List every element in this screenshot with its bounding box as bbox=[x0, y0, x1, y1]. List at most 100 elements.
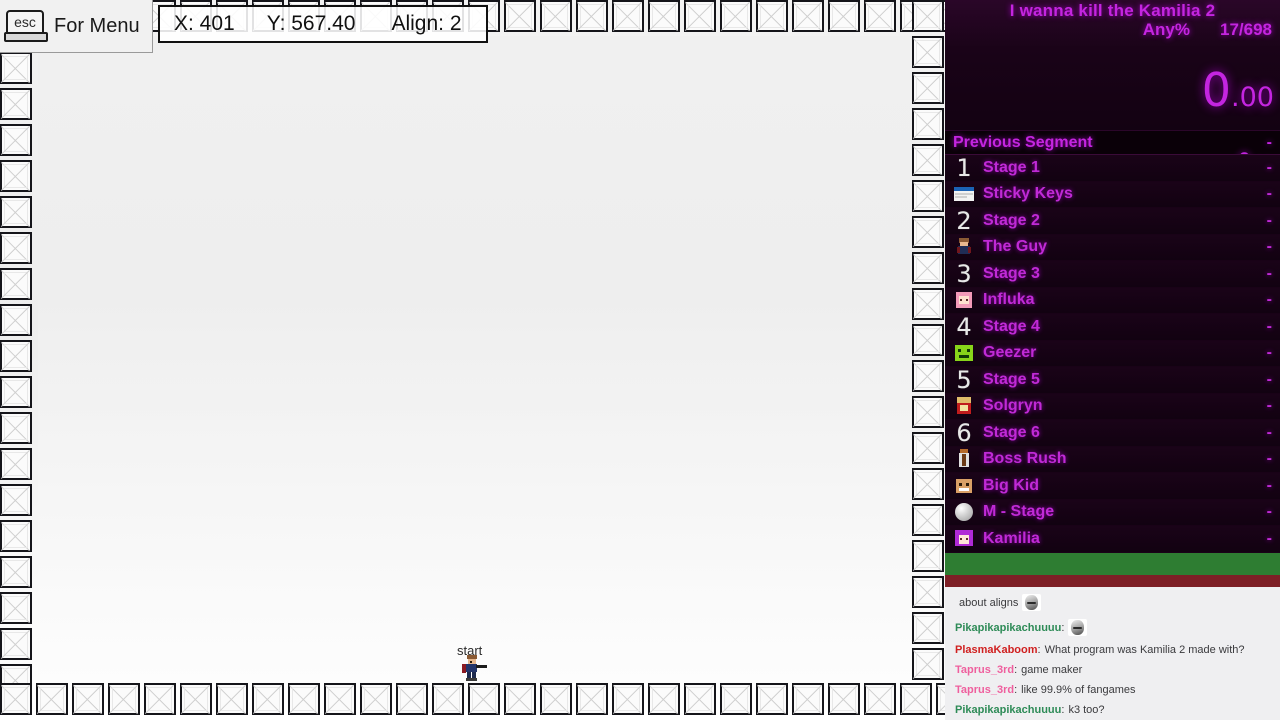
border-tile-inner bbox=[916, 436, 940, 460]
border-tile-inner bbox=[4, 92, 28, 116]
split-row[interactable]: 4 Stage 4 - bbox=[945, 314, 1280, 341]
border-tile bbox=[912, 0, 944, 32]
split-row[interactable]: Kamilia - bbox=[945, 526, 1280, 553]
split-name: Stage 5 bbox=[983, 370, 1040, 388]
border-tile-inner bbox=[916, 616, 940, 640]
border-tile bbox=[0, 232, 32, 264]
split-row[interactable]: 2 Stage 2 - bbox=[945, 208, 1280, 235]
split-number: 1 bbox=[956, 157, 972, 178]
split-row[interactable]: 1 Stage 1 - bbox=[945, 155, 1280, 182]
chat-username[interactable]: Pikapikapikachuuuu bbox=[955, 704, 1061, 716]
split-icon-slot bbox=[951, 288, 977, 312]
border-tile bbox=[108, 683, 140, 715]
split-icon-slot: 5 bbox=[951, 368, 977, 392]
border-tile-inner bbox=[688, 4, 712, 28]
border-tile bbox=[360, 683, 392, 715]
border-tile bbox=[252, 683, 284, 715]
number-6-icon: 6 bbox=[953, 423, 975, 443]
border-tile-inner bbox=[148, 687, 172, 711]
split-row[interactable]: M - Stage - bbox=[945, 499, 1280, 526]
split-row[interactable]: Boss Rush - bbox=[945, 446, 1280, 473]
border-tile-inner bbox=[4, 164, 28, 188]
border-tile-inner bbox=[364, 687, 388, 711]
chat-panel[interactable]: about aligns Pikapikapikachuuuu: PlasmaKab… bbox=[945, 587, 1280, 720]
player-character-sprite bbox=[458, 655, 488, 681]
border-tile-inner bbox=[508, 4, 532, 28]
split-row[interactable]: Influka - bbox=[945, 287, 1280, 314]
coord-x-value: X: 401 bbox=[174, 12, 235, 35]
eye bbox=[470, 661, 472, 663]
border-tile-inner bbox=[796, 4, 820, 28]
border-tile bbox=[0, 376, 32, 408]
pixel bbox=[966, 537, 968, 540]
split-row[interactable]: Geezer - bbox=[945, 340, 1280, 367]
split-row[interactable]: Solgryn - bbox=[945, 393, 1280, 420]
border-tile bbox=[0, 412, 32, 444]
chat-username[interactable]: Taprus_3rd bbox=[955, 684, 1014, 696]
split-delta: - bbox=[1266, 423, 1272, 441]
border-tile-inner bbox=[616, 687, 640, 711]
border-tile-inner bbox=[868, 687, 892, 711]
splits-list[interactable]: 1 Stage 1- Sticky Keys -2 Stage 2- The Guy -3 S… bbox=[945, 155, 1280, 553]
border-tile bbox=[0, 484, 32, 516]
border-tile bbox=[828, 0, 860, 32]
border-tile-inner bbox=[916, 544, 940, 568]
border-tile-inner bbox=[916, 112, 940, 136]
border-tile-inner bbox=[4, 416, 28, 440]
game-viewport[interactable]: start esc For Menu X: 401 Y: 567.40 Alig… bbox=[0, 0, 945, 720]
split-row[interactable]: 6 Stage 6 - bbox=[945, 420, 1280, 447]
chat-text: game maker bbox=[1021, 664, 1083, 676]
border-tile bbox=[324, 683, 356, 715]
border-tile bbox=[648, 0, 680, 32]
border-tile bbox=[792, 0, 824, 32]
chat-username[interactable]: PlasmaKaboom bbox=[955, 644, 1038, 656]
split-delta: - bbox=[1266, 344, 1272, 362]
chat-colon: : bbox=[1014, 664, 1018, 676]
split-row[interactable]: Sticky Keys - bbox=[945, 181, 1280, 208]
border-tile-inner bbox=[832, 4, 856, 28]
main-timer-fraction: .00 bbox=[1231, 82, 1274, 113]
split-delta: - bbox=[1266, 476, 1272, 494]
border-tile-inner bbox=[256, 687, 280, 711]
pixel bbox=[966, 299, 968, 302]
split-delta: - bbox=[1266, 185, 1272, 203]
chat-username[interactable]: Taprus_3rd bbox=[955, 664, 1014, 676]
border-tile-inner bbox=[4, 452, 28, 476]
border-tile-inner bbox=[4, 632, 28, 656]
main-timer[interactable]: 0.00 bbox=[1202, 67, 1274, 113]
split-delta: - bbox=[1266, 397, 1272, 415]
split-name: Solgryn bbox=[983, 397, 1043, 415]
green-status-bar bbox=[945, 552, 1280, 575]
split-icon-slot bbox=[951, 500, 977, 524]
kamilia-boss-icon bbox=[953, 529, 975, 549]
border-tile bbox=[0, 196, 32, 228]
border-tile-inner bbox=[868, 4, 892, 28]
sticky-keys-dialog-icon bbox=[953, 184, 975, 204]
for-menu-label: For Menu bbox=[54, 14, 140, 37]
previous-segment-row: Previous Segment - bbox=[945, 131, 1280, 155]
pixel bbox=[968, 247, 971, 254]
split-icon-slot bbox=[951, 341, 977, 365]
split-icon-slot: 2 bbox=[951, 209, 977, 233]
border-tile bbox=[576, 683, 608, 715]
m-stage-orb-icon bbox=[953, 502, 975, 522]
border-tile bbox=[432, 683, 464, 715]
split-row[interactable]: 5 Stage 5 - bbox=[945, 367, 1280, 394]
chat-username[interactable]: Pikapikapikachuuuu bbox=[955, 622, 1061, 634]
split-icon-slot: 1 bbox=[951, 156, 977, 180]
border-tile-inner bbox=[916, 256, 940, 280]
border-tile bbox=[396, 683, 428, 715]
split-row[interactable]: Big Kid - bbox=[945, 473, 1280, 500]
pixel bbox=[955, 196, 967, 199]
border-tile-inner bbox=[544, 687, 568, 711]
livesplit-panel: I wanna kill the Kamilia 2 Any% 17/698 0… bbox=[945, 0, 1280, 720]
chat-message: Taprus_3rd: like 99.9% of fangames bbox=[945, 680, 1280, 700]
split-row[interactable]: 3 Stage 3 - bbox=[945, 261, 1280, 288]
border-tile-inner bbox=[4, 308, 28, 332]
border-tile bbox=[756, 683, 788, 715]
border-tile bbox=[0, 268, 32, 300]
split-name: Big Kid bbox=[983, 476, 1039, 494]
split-icon-slot: 6 bbox=[951, 421, 977, 445]
split-row[interactable]: The Guy - bbox=[945, 234, 1280, 261]
chat-message: Taprus_3rd: game maker bbox=[945, 660, 1280, 680]
